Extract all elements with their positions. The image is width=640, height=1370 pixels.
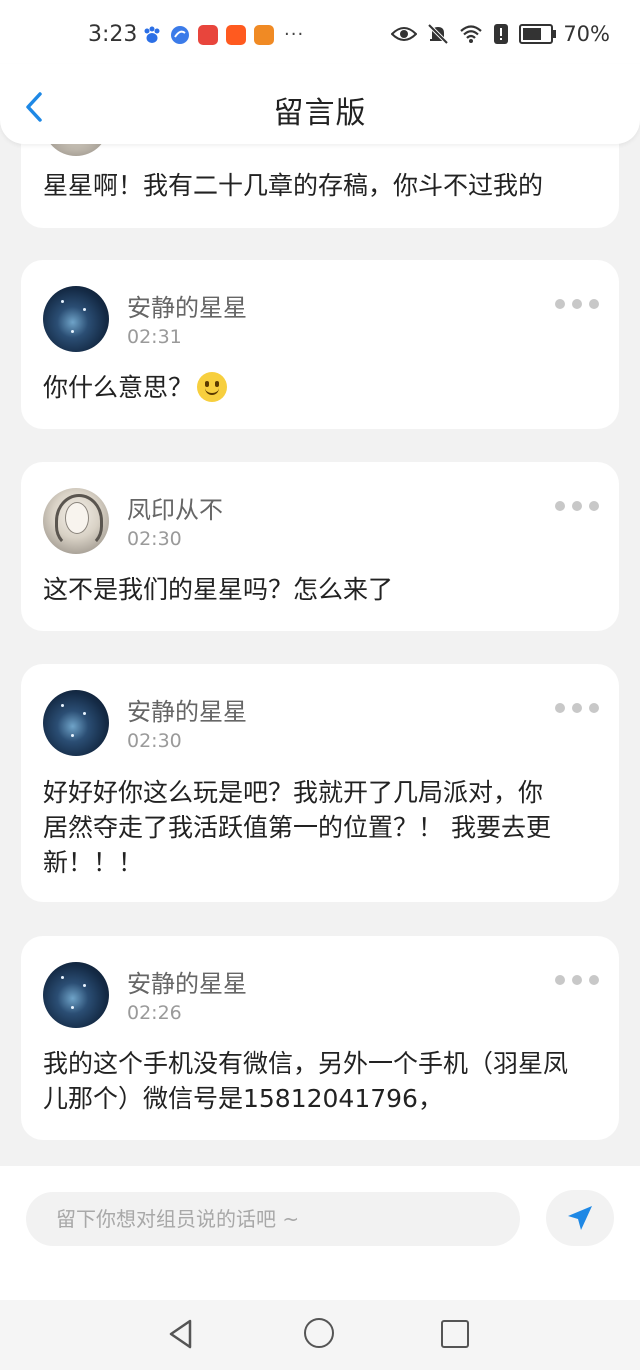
taobao-icon bbox=[226, 24, 246, 45]
nav-recent-apps-icon[interactable] bbox=[441, 1320, 469, 1348]
message-card: 安静的星星 02:30 好好好你这么玩是吧？我就开了几局派对，你 居然夺走了我活… bbox=[21, 664, 619, 902]
author-name: 安静的星星 bbox=[127, 294, 247, 322]
wifi-icon bbox=[460, 25, 483, 43]
more-options-icon[interactable] bbox=[555, 702, 599, 714]
page-header: 留言版 bbox=[0, 64, 640, 144]
system-nav-bar bbox=[0, 1300, 640, 1370]
message-line: 新！！！ bbox=[43, 848, 144, 877]
message-time: 02:26 bbox=[127, 1002, 182, 1024]
avatar bbox=[43, 286, 109, 352]
status-bar: 3:23 ··· 70% bbox=[0, 0, 640, 70]
message-line: 好好好你这么玩是吧？我就开了几局派对，你 bbox=[43, 778, 544, 807]
system-icons: 70% bbox=[391, 22, 610, 46]
avatar bbox=[43, 690, 109, 756]
status-time: 3:23 bbox=[88, 22, 138, 47]
notification-icons: ··· bbox=[142, 24, 304, 45]
reader-icon bbox=[198, 24, 218, 45]
browser-icon bbox=[171, 25, 189, 44]
baidu-icon bbox=[144, 26, 160, 43]
battery-icon bbox=[519, 24, 557, 44]
message-card: 凤印从不 02:30 这不是我们的星星吗？怎么来了 bbox=[21, 462, 619, 631]
alert-icon bbox=[494, 24, 509, 44]
message-text: 我的这个手机没有微信，另外一个手机（羽星凤 儿那个）微信号是1581204179… bbox=[43, 1046, 597, 1116]
more-options-icon[interactable] bbox=[555, 500, 599, 512]
more-notifications: ··· bbox=[284, 24, 305, 45]
avatar bbox=[43, 962, 109, 1028]
message-text-content: 你什么意思？ bbox=[43, 373, 194, 402]
mute-bell-icon bbox=[427, 23, 449, 45]
nav-home-icon[interactable] bbox=[304, 1318, 334, 1348]
message-card: 安静的星星 02:26 我的这个手机没有微信，另外一个手机（羽星凤 儿那个）微信… bbox=[21, 936, 619, 1140]
page-title: 留言版 bbox=[273, 96, 367, 131]
battery-percent: 70% bbox=[563, 22, 610, 46]
video-icon bbox=[254, 24, 274, 45]
smiley-emoji-icon bbox=[197, 372, 228, 402]
composer-bar bbox=[0, 1166, 640, 1300]
author-name: 安静的星星 bbox=[127, 970, 247, 998]
message-text: 星星啊！我有二十几章的存稿，你斗不过我的 bbox=[43, 171, 544, 200]
send-button[interactable] bbox=[546, 1190, 614, 1246]
more-options-icon[interactable] bbox=[555, 974, 599, 986]
paper-plane-icon bbox=[568, 1206, 592, 1230]
message-line: 居然夺走了我活跃值第一的位置？！ 我要去更 bbox=[43, 813, 551, 842]
message-time: 02:31 bbox=[127, 326, 182, 348]
more-options-icon[interactable] bbox=[555, 298, 599, 310]
message-text: 这不是我们的星星吗？怎么来了 bbox=[43, 575, 394, 604]
nav-back-icon[interactable] bbox=[166, 1318, 196, 1350]
message-text: 好好好你这么玩是吧？我就开了几局派对，你 居然夺走了我活跃值第一的位置？！ 我要… bbox=[43, 775, 597, 880]
message-input[interactable] bbox=[26, 1192, 520, 1246]
message-line: 我的这个手机没有微信，另外一个手机（羽星凤 bbox=[43, 1049, 569, 1078]
message-text: 你什么意思？ bbox=[43, 370, 597, 405]
author-name: 安静的星星 bbox=[127, 698, 247, 726]
message-time: 02:30 bbox=[127, 528, 182, 550]
message-time: 02:30 bbox=[127, 730, 182, 752]
author-name: 凤印从不 bbox=[127, 496, 223, 524]
message-card: 安静的星星 02:31 你什么意思？ bbox=[21, 260, 619, 429]
eye-icon bbox=[391, 27, 418, 41]
avatar bbox=[43, 488, 109, 554]
message-line: 儿那个）微信号是15812041796， bbox=[43, 1084, 443, 1113]
